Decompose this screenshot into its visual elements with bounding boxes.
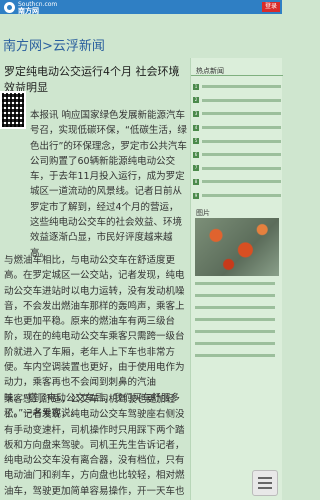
list-item[interactable]: 1 xyxy=(193,80,281,94)
list-item[interactable]: 2 xyxy=(193,94,281,108)
sidebar-divider xyxy=(191,75,283,76)
list-item[interactable]: 6 xyxy=(193,148,281,162)
channel-breadcrumb[interactable]: 南方网>云浮新闻 xyxy=(3,35,105,54)
article: 罗定纯电动公交运行4个月 社会环境效益明显 本报讯 响应国家绿色发展新能源汽车号… xyxy=(0,58,190,500)
list-item[interactable]: 4 xyxy=(193,121,281,135)
site-logo[interactable]: Southcn.com 南方网 xyxy=(4,1,57,14)
menu-icon[interactable] xyxy=(252,470,278,496)
qr-code-icon xyxy=(0,91,26,129)
login-button[interactable]: 登录 xyxy=(261,2,280,12)
sidebar-photo-title: 图片 xyxy=(196,209,210,217)
list-item[interactable] xyxy=(195,318,275,321)
logo-line2: 南方网 xyxy=(18,6,39,15)
article-title: 罗定纯电动公交运行4个月 社会环境效益明显 xyxy=(4,65,180,94)
southcn-logo-icon xyxy=(4,2,15,13)
list-item[interactable]: 7 xyxy=(193,162,281,176)
list-item[interactable] xyxy=(195,342,275,345)
article-paragraph-1: 本报讯 响应国家绿色发展新能源汽车号召，实现低碳环保，“低碳生活，绿色出行”的环… xyxy=(30,110,187,259)
logo-text: Southcn.com 南方网 xyxy=(18,1,57,15)
list-item[interactable] xyxy=(195,330,275,333)
list-item[interactable]: 5 xyxy=(193,134,281,148)
hot-news-list: 1 2 3 4 5 6 7 8 9 xyxy=(193,80,281,202)
list-item[interactable] xyxy=(195,354,275,357)
list-item[interactable]: 8 xyxy=(193,175,281,189)
news-photo[interactable] xyxy=(195,218,279,276)
sidebar: 热点新闻 1 2 3 4 5 6 7 8 9 图片 xyxy=(190,58,283,500)
list-item[interactable] xyxy=(195,282,275,285)
list-item[interactable] xyxy=(195,306,275,309)
article-paragraph-3: 乘客感到舒适，公交车司机驾驶也更加轻松。记者发现，纯电动公交车驾驶座右侧没有手动… xyxy=(4,394,185,497)
list-item[interactable]: 3 xyxy=(193,107,281,121)
list-item[interactable] xyxy=(195,294,275,297)
list-item[interactable]: 9 xyxy=(193,189,281,203)
top-bar: Southcn.com 南方网 登录 xyxy=(0,0,282,14)
